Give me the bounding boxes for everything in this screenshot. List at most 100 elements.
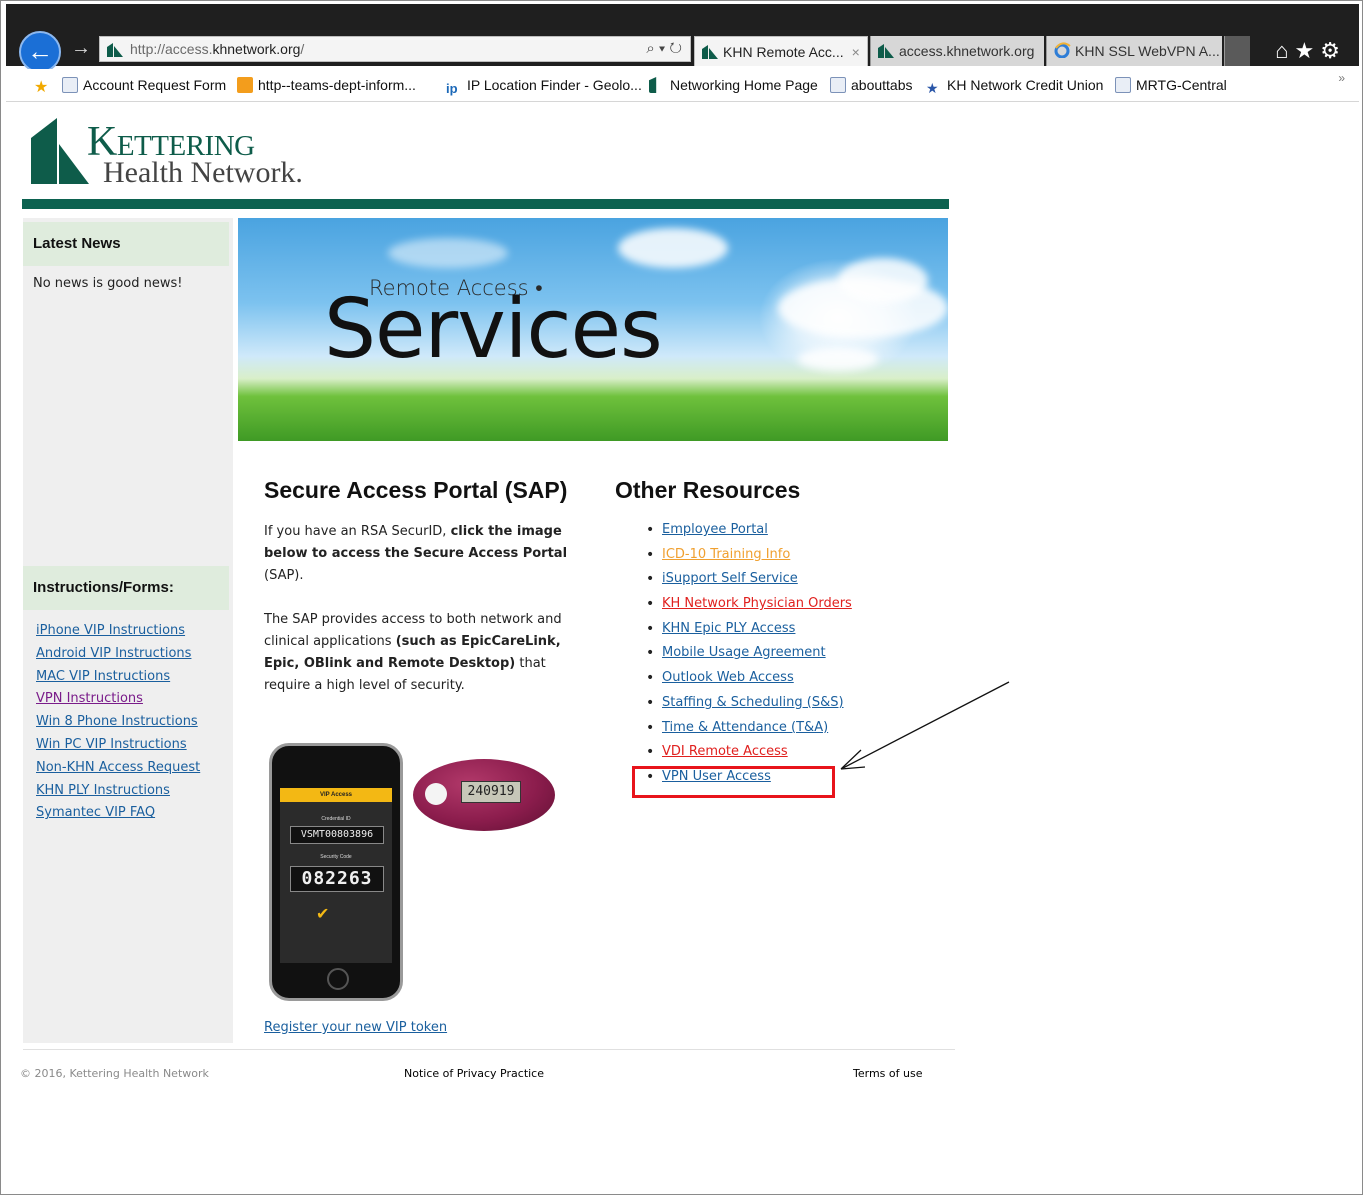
- link-khn-epic-ply-access[interactable]: KHN Epic PLY Access: [662, 621, 795, 636]
- banner-cloud: [618, 228, 728, 268]
- favorite-ip-location-finder[interactable]: ip IP Location Finder - Geolo...: [446, 77, 642, 97]
- link-isupport-self-service[interactable]: iSupport Self Service: [662, 571, 798, 586]
- list-item: KHN Epic PLY Access: [646, 621, 852, 646]
- forward-button[interactable]: →: [71, 37, 91, 60]
- address-bar[interactable]: http://access.khnetwork.org/ ⌕ ▾ ↻: [99, 36, 691, 62]
- link-symantec-vip-faq[interactable]: Symantec VIP FAQ: [36, 805, 155, 820]
- remote-access-banner: Remote Access • Services: [238, 218, 948, 441]
- khn-favicon-icon: [107, 43, 123, 57]
- link-win-pc-vip-instructions[interactable]: Win PC VIP Instructions: [36, 737, 187, 752]
- link-android-vip-instructions[interactable]: Android VIP Instructions: [36, 646, 191, 661]
- kettering-logo[interactable]: Kettering Health Network.: [29, 116, 329, 191]
- tab-close-icon[interactable]: ×: [852, 44, 860, 60]
- tab-access-khnetwork[interactable]: access.khnetwork.org: [870, 36, 1044, 66]
- link-non-khn-access-request[interactable]: Non-KHN Access Request: [36, 760, 200, 775]
- link-vdi-remote-access[interactable]: VDI Remote Access: [662, 744, 788, 759]
- terms-of-use-link[interactable]: Terms of use: [853, 1067, 922, 1080]
- link-vpn-instructions[interactable]: VPN Instructions: [36, 691, 143, 706]
- favorite-teams-dept[interactable]: http--teams-dept-inform...: [237, 77, 416, 93]
- header-divider: [22, 199, 949, 209]
- favorite-abouttabs[interactable]: abouttabs: [830, 77, 913, 93]
- link-mobile-usage-agreement[interactable]: Mobile Usage Agreement: [662, 645, 826, 660]
- instructions-list: iPhone VIP Instructions Android VIP Inst…: [36, 623, 200, 828]
- instructions-forms-heading: Instructions/Forms:: [23, 566, 229, 610]
- favorite-mrtg-central[interactable]: MRTG-Central: [1115, 77, 1227, 93]
- favorites-overflow-icon[interactable]: »: [1338, 71, 1345, 85]
- copyright-text: © 2016, Kettering Health Network: [20, 1067, 209, 1080]
- list-item: Time & Attendance (T&A): [646, 720, 852, 745]
- address-url: http://access.khnetwork.org/: [130, 41, 305, 57]
- latest-news-heading: Latest News: [23, 222, 229, 266]
- link-khn-ply-instructions[interactable]: KHN PLY Instructions: [36, 783, 170, 798]
- rsa-key-fob-image: 240919: [413, 759, 555, 831]
- vpn-user-access-highlight-box: [632, 766, 835, 798]
- khn-logo-icon: [649, 77, 657, 93]
- list-item: Mobile Usage Agreement: [646, 645, 852, 670]
- vip-token-image-link[interactable]: VIP Access Credential ID VSMT00803896 Se…: [263, 739, 563, 1004]
- tab-label: access.khnetwork.org: [899, 43, 1035, 59]
- list-item: Win 8 Phone Instructions: [36, 714, 200, 737]
- list-item: ICD-10 Training Info: [646, 547, 852, 572]
- banner-cloud: [388, 238, 508, 268]
- favorite-account-request-form[interactable]: Account Request Form: [62, 77, 226, 93]
- privacy-practice-link[interactable]: Notice of Privacy Practice: [404, 1067, 544, 1080]
- banner-cloud: [838, 258, 928, 303]
- new-tab-button[interactable]: [1224, 36, 1250, 66]
- orange-page-icon: [237, 77, 253, 93]
- link-staffing-scheduling[interactable]: Staffing & Scheduling (S&S): [662, 695, 844, 710]
- sap-section: Secure Access Portal (SAP): [264, 477, 584, 504]
- khn-favicon-icon: [878, 44, 894, 58]
- credential-id-label: Credential ID: [321, 816, 351, 822]
- link-win8-phone-instructions[interactable]: Win 8 Phone Instructions: [36, 714, 198, 729]
- khn-favicon-icon: [702, 45, 718, 59]
- security-code-label: Security Code: [320, 854, 352, 860]
- list-item: iPhone VIP Instructions: [36, 623, 200, 646]
- link-time-attendance[interactable]: Time & Attendance (T&A): [662, 720, 828, 735]
- search-refresh-icons[interactable]: ⌕ ▾ ↻: [646, 40, 682, 57]
- vip-access-title: VIP Access: [280, 788, 392, 802]
- favorite-kh-network-credit-union[interactable]: ★ KH Network Credit Union: [926, 77, 1103, 96]
- tab-khn-remote-access[interactable]: KHN Remote Acc... ×: [694, 36, 868, 66]
- footer-divider: [23, 1049, 955, 1050]
- list-item: Staffing & Scheduling (S&S): [646, 695, 852, 720]
- register-vip-token-link[interactable]: Register your new VIP token: [264, 1020, 447, 1035]
- kettering-logo-mark-icon: [31, 118, 89, 184]
- home-favorites-settings-icons[interactable]: ⌂★⚙: [1275, 38, 1346, 64]
- other-resources-section: Other Resources: [615, 477, 800, 504]
- tab-khn-ssl-webvpn[interactable]: KHN SSL WebVPN A...: [1046, 36, 1222, 66]
- link-iphone-vip-instructions[interactable]: iPhone VIP Instructions: [36, 623, 185, 638]
- add-favorite-star-icon[interactable]: ★: [34, 77, 48, 97]
- vip-access-phone-image: VIP Access Credential ID VSMT00803896 Se…: [269, 743, 403, 1001]
- ie-favicon-icon: [1054, 42, 1071, 58]
- list-item: MAC VIP Instructions: [36, 669, 200, 692]
- link-employee-portal[interactable]: Employee Portal: [662, 522, 768, 537]
- star-icon: ★: [926, 80, 939, 96]
- fob-keyring-hole: [425, 783, 447, 805]
- list-item: VPN Instructions: [36, 691, 200, 714]
- phone-home-button-icon: [327, 968, 349, 990]
- link-kh-network-physician-orders[interactable]: KH Network Physician Orders: [662, 596, 852, 611]
- ie-page-icon: [1115, 77, 1131, 93]
- link-mac-vip-instructions[interactable]: MAC VIP Instructions: [36, 669, 170, 684]
- sidebar: Latest News No news is good news! Instru…: [23, 218, 233, 1043]
- tab-label: KHN SSL WebVPN A...: [1075, 43, 1220, 59]
- list-item: iSupport Self Service: [646, 571, 852, 596]
- news-text: No news is good news!: [33, 276, 183, 291]
- list-item: Android VIP Instructions: [36, 646, 200, 669]
- ie-page-icon: [62, 77, 78, 93]
- back-button[interactable]: ←: [19, 31, 61, 73]
- browser-window: ← → http://access.khnetwork.org/ ⌕ ▾ ↻ K…: [0, 0, 1363, 1195]
- list-item: Employee Portal: [646, 522, 852, 547]
- resources-list: Employee Portal ICD-10 Training Info iSu…: [646, 522, 852, 794]
- favorite-networking-home-page[interactable]: Networking Home Page: [649, 77, 818, 93]
- credential-id-value: VSMT00803896: [290, 826, 384, 844]
- fob-code-display: 240919: [461, 781, 521, 803]
- phone-screen: VIP Access Credential ID VSMT00803896 Se…: [280, 788, 392, 963]
- list-item: KH Network Physician Orders: [646, 596, 852, 621]
- security-code-value: 082263: [290, 866, 384, 892]
- ip-icon: ip: [446, 81, 458, 96]
- link-outlook-web-access[interactable]: Outlook Web Access: [662, 670, 794, 685]
- ie-page-icon: [830, 77, 846, 93]
- link-icd10-training-info[interactable]: ICD-10 Training Info: [662, 547, 790, 562]
- symantec-check-icon: ✔: [316, 906, 330, 923]
